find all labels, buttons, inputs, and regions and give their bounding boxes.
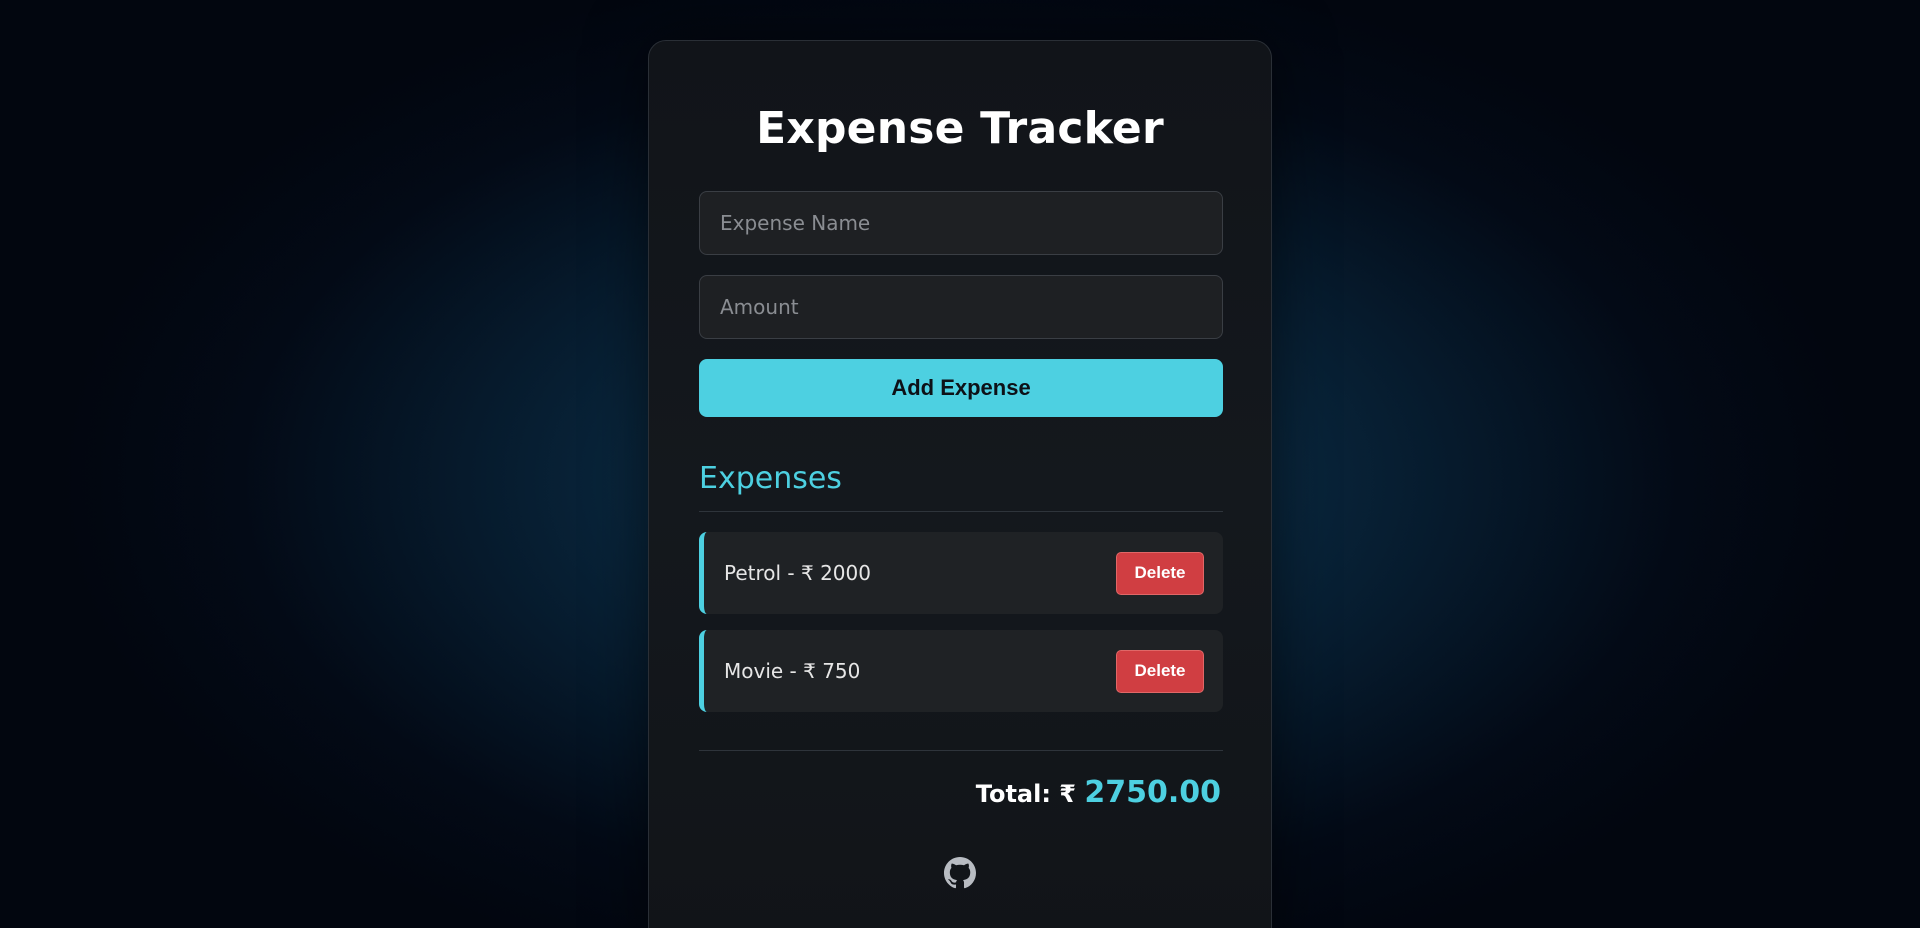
page-title: Expense Tracker: [756, 103, 1164, 154]
expense-name-input[interactable]: [699, 191, 1223, 255]
expense-tracker-card: Expense Tracker Add Expense Expenses Pet…: [648, 40, 1272, 928]
delete-button[interactable]: Delete: [1116, 551, 1204, 595]
amount-input[interactable]: [699, 275, 1223, 339]
total-value: 2750.00: [1084, 775, 1221, 810]
total-label: Total: ₹: [975, 780, 1085, 808]
expense-item: Petrol - ₹ 2000 Delete: [699, 532, 1223, 614]
divider: [699, 511, 1223, 512]
expense-text: Movie - ₹ 750: [724, 659, 861, 683]
total-row: Total: ₹ 2750.00: [699, 773, 1221, 813]
delete-button[interactable]: Delete: [1116, 649, 1204, 693]
expenses-heading: Expenses: [699, 461, 842, 496]
expense-list: Petrol - ₹ 2000 Delete Movie - ₹ 750 Del…: [699, 532, 1223, 712]
expense-text: Petrol - ₹ 2000: [724, 561, 871, 585]
add-expense-button[interactable]: Add Expense: [699, 359, 1223, 417]
expense-item: Movie - ₹ 750 Delete: [699, 630, 1223, 712]
divider: [699, 750, 1223, 751]
github-icon[interactable]: [944, 857, 976, 889]
